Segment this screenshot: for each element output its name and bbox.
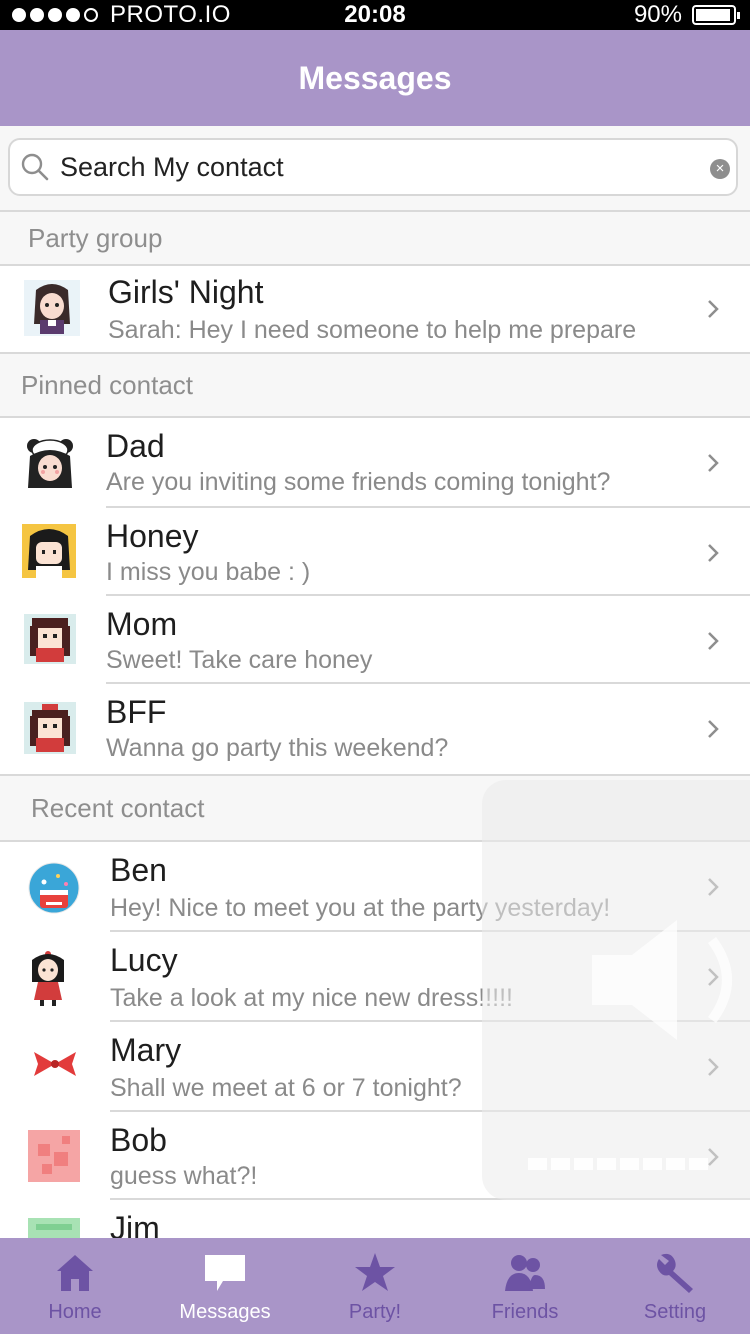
- contact-name: Bob: [110, 1122, 167, 1158]
- volume-level-bars: [528, 1158, 708, 1170]
- green-pattern-avatar-icon: [28, 1218, 80, 1238]
- status-bar: PROTO.IO 20:08 90%: [0, 0, 750, 30]
- message-preview: guess what?!: [110, 1162, 258, 1190]
- section-header-party-group: Party group: [0, 210, 750, 266]
- battery-icon: [692, 5, 740, 25]
- tab-label: Friends: [491, 1301, 559, 1323]
- chat-bubble-icon: [205, 1255, 245, 1291]
- contact-name: Mom: [106, 606, 178, 642]
- chevron-right-icon: [708, 632, 719, 650]
- contact-name: Ben: [110, 852, 167, 888]
- list-item-mom[interactable]: Mom Sweet! Take care honey: [0, 596, 750, 684]
- list-item-honey[interactable]: Honey I miss you babe : ): [0, 508, 750, 596]
- search-box[interactable]: ×: [8, 138, 738, 196]
- wrench-icon: [657, 1253, 693, 1293]
- girl-yellow-avatar-icon: [22, 524, 76, 578]
- pink-pattern-avatar-icon: [28, 1130, 80, 1182]
- star-icon: [355, 1253, 395, 1291]
- section-title: Recent contact: [31, 792, 205, 823]
- message-preview: Sarah: Hey I need someone to help me pre…: [108, 316, 637, 344]
- chevron-right-icon: [708, 720, 719, 738]
- list-item-jim[interactable]: Jim: [0, 1200, 750, 1238]
- nav-bar: Messages: [0, 30, 750, 126]
- search-icon: [21, 153, 49, 181]
- contact-name: Lucy: [110, 942, 178, 978]
- chevron-right-icon: [708, 454, 719, 472]
- tab-label: Messages: [179, 1301, 271, 1323]
- message-preview: Wanna go party this weekend?: [106, 734, 449, 762]
- battery-status: 90%: [633, 0, 740, 30]
- section-title: Party group: [28, 222, 163, 253]
- girl-dress-avatar-icon: [32, 951, 64, 1006]
- contact-name: Jim: [110, 1210, 160, 1238]
- tab-party[interactable]: Party!: [300, 1238, 450, 1334]
- speaker-icon: [592, 920, 732, 1040]
- pixel-girl-avatar-icon: [24, 614, 76, 664]
- pixel-bow-girl-avatar-icon: [24, 702, 76, 754]
- home-icon: [57, 1255, 93, 1291]
- tab-bar: Home Messages Party! Friends Setting: [0, 1238, 750, 1334]
- contact-name: Girls' Night: [108, 274, 264, 310]
- girl-avatar-icon: [24, 280, 80, 336]
- contact-name: Honey: [106, 518, 199, 554]
- tab-home[interactable]: Home: [0, 1238, 150, 1334]
- message-preview: Sweet! Take care honey: [106, 646, 373, 674]
- battery-percent: 90%: [633, 1, 682, 28]
- contact-name: Mary: [110, 1032, 182, 1068]
- message-preview: Are you inviting some friends coming ton…: [106, 468, 611, 496]
- contact-name: Dad: [106, 428, 165, 464]
- cake-avatar-icon: [28, 862, 80, 914]
- list-item-dad[interactable]: Dad Are you inviting some friends coming…: [0, 418, 750, 508]
- tab-label: Party!: [348, 1301, 402, 1323]
- tab-friends[interactable]: Friends: [450, 1238, 600, 1334]
- volume-hud-overlay: [482, 780, 750, 1200]
- chevron-right-icon: [708, 300, 719, 318]
- page-title: Messages: [298, 59, 452, 96]
- friends-icon: [505, 1255, 545, 1291]
- panda-girl-avatar-icon: [27, 439, 73, 488]
- tab-label: Setting: [643, 1301, 707, 1323]
- list-item-girls-night[interactable]: Girls' Night Sarah: Hey I need someone t…: [0, 266, 750, 352]
- clear-search-icon[interactable]: ×: [710, 159, 730, 179]
- tab-setting[interactable]: Setting: [600, 1238, 750, 1334]
- red-bow-avatar-icon: [34, 1052, 76, 1076]
- tab-label: Home: [48, 1301, 102, 1323]
- search-bar: ×: [0, 126, 750, 210]
- section-title: Pinned contact: [21, 369, 194, 400]
- search-input[interactable]: [60, 151, 680, 183]
- chevron-right-icon: [708, 544, 719, 562]
- message-preview: Shall we meet at 6 or 7 tonight?: [110, 1074, 462, 1102]
- tab-messages[interactable]: Messages: [150, 1238, 300, 1334]
- message-preview: I miss you babe : ): [106, 558, 311, 586]
- contact-name: BFF: [106, 694, 167, 730]
- section-header-pinned: Pinned contact: [0, 352, 750, 418]
- list-item-bff[interactable]: BFF Wanna go party this weekend?: [0, 684, 750, 774]
- message-preview: Take a look at my nice new dress!!!!!: [110, 984, 513, 1012]
